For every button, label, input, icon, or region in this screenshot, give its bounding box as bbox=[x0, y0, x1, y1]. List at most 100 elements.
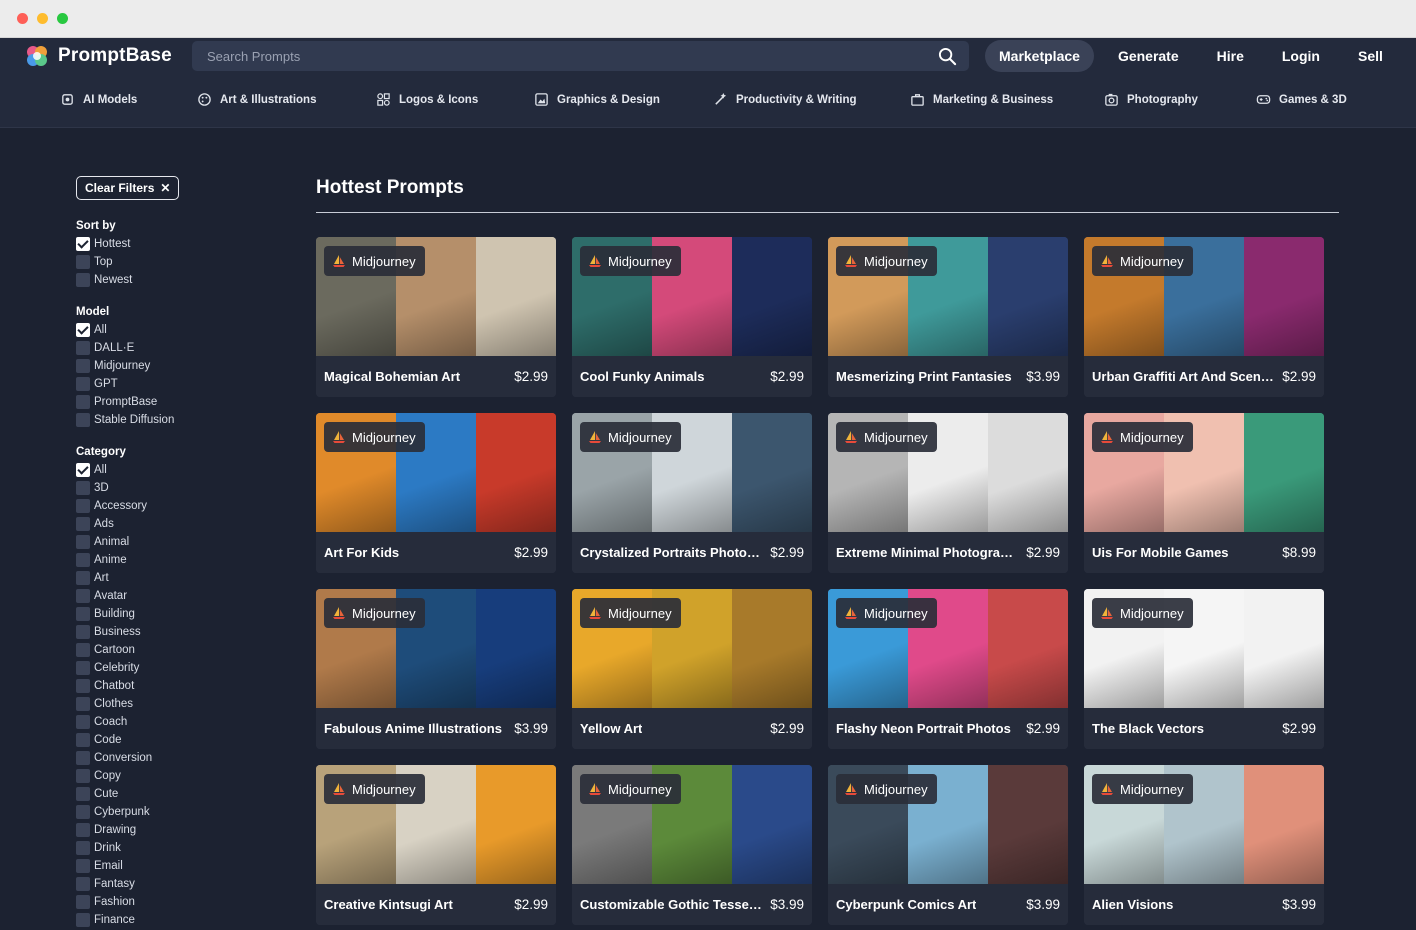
category-option[interactable]: Accessory bbox=[76, 497, 276, 515]
checkbox[interactable] bbox=[76, 323, 90, 337]
model-option-all[interactable]: All bbox=[76, 321, 276, 339]
prompt-card[interactable]: Midjourney Magical Bohemian Art $2.99 bbox=[316, 237, 556, 397]
prompt-card[interactable]: Midjourney Mesmerizing Print Fantasies $3.… bbox=[828, 237, 1068, 397]
prompt-card[interactable]: Midjourney Art For Kids $2.99 bbox=[316, 413, 556, 573]
checkbox[interactable] bbox=[76, 237, 90, 251]
sort-option-hottest[interactable]: Hottest bbox=[76, 235, 276, 253]
category-option[interactable]: Fantasy bbox=[76, 875, 276, 893]
nav-marketplace[interactable]: Marketplace bbox=[985, 40, 1094, 72]
checkbox[interactable] bbox=[76, 359, 90, 373]
category-option[interactable]: 3D bbox=[76, 479, 276, 497]
category-ai-models[interactable]: AI Models bbox=[60, 92, 137, 107]
checkbox[interactable] bbox=[76, 463, 90, 477]
logo[interactable]: PromptBase bbox=[24, 44, 172, 68]
checkbox[interactable] bbox=[76, 643, 90, 657]
model-option-gpt[interactable]: GPT bbox=[76, 375, 276, 393]
prompt-card[interactable]: Midjourney Urban Graffiti Art And Sceneri… bbox=[1084, 237, 1324, 397]
model-option-midjourney[interactable]: Midjourney bbox=[76, 357, 276, 375]
checkbox[interactable] bbox=[76, 341, 90, 355]
close-window-button[interactable] bbox=[17, 13, 28, 24]
category-option[interactable]: Building bbox=[76, 605, 276, 623]
checkbox[interactable] bbox=[76, 715, 90, 729]
checkbox[interactable] bbox=[76, 751, 90, 765]
checkbox[interactable] bbox=[76, 377, 90, 391]
category-option[interactable]: Conversion bbox=[76, 749, 276, 767]
checkbox[interactable] bbox=[76, 535, 90, 549]
checkbox[interactable] bbox=[76, 413, 90, 427]
checkbox[interactable] bbox=[76, 787, 90, 801]
category-option[interactable]: Cyberpunk bbox=[76, 803, 276, 821]
search-input[interactable] bbox=[192, 41, 932, 71]
checkbox[interactable] bbox=[76, 255, 90, 269]
minimize-window-button[interactable] bbox=[37, 13, 48, 24]
nav-sell[interactable]: Sell bbox=[1339, 40, 1402, 72]
category-logos-icons[interactable]: Logos & Icons bbox=[376, 92, 478, 107]
sort-option-top[interactable]: Top bbox=[76, 253, 276, 271]
prompt-card[interactable]: Midjourney Customizable Gothic Tessellat…… bbox=[572, 765, 812, 925]
category-photography[interactable]: Photography bbox=[1104, 92, 1198, 107]
checkbox[interactable] bbox=[76, 733, 90, 747]
checkbox[interactable] bbox=[76, 877, 90, 891]
category-option[interactable]: Anime bbox=[76, 551, 276, 569]
checkbox[interactable] bbox=[76, 273, 90, 287]
category-option[interactable]: Copy bbox=[76, 767, 276, 785]
category-option[interactable]: Ads bbox=[76, 515, 276, 533]
checkbox[interactable] bbox=[76, 607, 90, 621]
prompt-card[interactable]: Midjourney Creative Kintsugi Art $2.99 bbox=[316, 765, 556, 925]
sort-option-newest[interactable]: Newest bbox=[76, 271, 276, 289]
checkbox[interactable] bbox=[76, 395, 90, 409]
category-option[interactable]: Cartoon bbox=[76, 641, 276, 659]
prompt-card[interactable]: Midjourney Flashy Neon Portrait Photos $2.… bbox=[828, 589, 1068, 749]
nav-generate[interactable]: Generate bbox=[1099, 40, 1198, 72]
checkbox[interactable] bbox=[76, 805, 90, 819]
category-marketing-business[interactable]: Marketing & Business bbox=[910, 92, 1053, 107]
checkbox[interactable] bbox=[76, 481, 90, 495]
prompt-card[interactable]: Midjourney Cyberpunk Comics Art $3.99 bbox=[828, 765, 1068, 925]
checkbox[interactable] bbox=[76, 769, 90, 783]
category-option[interactable]: Drawing bbox=[76, 821, 276, 839]
checkbox[interactable] bbox=[76, 517, 90, 531]
category-option[interactable]: Art bbox=[76, 569, 276, 587]
model-option-promptbase[interactable]: PromptBase bbox=[76, 393, 276, 411]
category-option[interactable]: Cute bbox=[76, 785, 276, 803]
nav-login[interactable]: Login bbox=[1263, 40, 1339, 72]
category-graphics-design[interactable]: Graphics & Design bbox=[534, 92, 660, 107]
checkbox[interactable] bbox=[76, 697, 90, 711]
category-option[interactable]: Business bbox=[76, 623, 276, 641]
category-art-illustrations[interactable]: Art & Illustrations bbox=[197, 92, 316, 107]
category-option[interactable]: Finance bbox=[76, 911, 276, 929]
checkbox[interactable] bbox=[76, 913, 90, 927]
category-option[interactable]: Coach bbox=[76, 713, 276, 731]
category-option[interactable]: Code bbox=[76, 731, 276, 749]
prompt-card[interactable]: Midjourney Uis For Mobile Games $8.99 bbox=[1084, 413, 1324, 573]
checkbox[interactable] bbox=[76, 859, 90, 873]
search-icon[interactable] bbox=[938, 47, 957, 66]
checkbox[interactable] bbox=[76, 571, 90, 585]
nav-hire[interactable]: Hire bbox=[1198, 40, 1263, 72]
maximize-window-button[interactable] bbox=[57, 13, 68, 24]
category-productivity-writing[interactable]: Productivity & Writing bbox=[713, 92, 857, 107]
clear-filters-button[interactable]: Clear Filters ✕ bbox=[76, 176, 180, 200]
prompt-card[interactable]: Midjourney Alien Visions $3.99 bbox=[1084, 765, 1324, 925]
model-option-stable-diffusion[interactable]: Stable Diffusion bbox=[76, 411, 276, 429]
checkbox[interactable] bbox=[76, 823, 90, 837]
category-option[interactable]: All bbox=[76, 461, 276, 479]
category-option[interactable]: Drink bbox=[76, 839, 276, 857]
checkbox[interactable] bbox=[76, 895, 90, 909]
category-games-3d[interactable]: Games & 3D bbox=[1256, 92, 1347, 107]
checkbox[interactable] bbox=[76, 499, 90, 513]
model-option-dalle[interactable]: DALL·E bbox=[76, 339, 276, 357]
checkbox[interactable] bbox=[76, 589, 90, 603]
prompt-card[interactable]: Midjourney Crystalized Portraits Photoma…… bbox=[572, 413, 812, 573]
checkbox[interactable] bbox=[76, 679, 90, 693]
checkbox[interactable] bbox=[76, 661, 90, 675]
category-option[interactable]: Fashion bbox=[76, 893, 276, 911]
checkbox[interactable] bbox=[76, 553, 90, 567]
category-option[interactable]: Email bbox=[76, 857, 276, 875]
checkbox[interactable] bbox=[76, 841, 90, 855]
prompt-card[interactable]: Midjourney Extreme Minimal Photographs $2.… bbox=[828, 413, 1068, 573]
prompt-card[interactable]: Midjourney Yellow Art $2.99 bbox=[572, 589, 812, 749]
category-option[interactable]: Animal bbox=[76, 533, 276, 551]
prompt-card[interactable]: Midjourney Cool Funky Animals $2.99 bbox=[572, 237, 812, 397]
checkbox[interactable] bbox=[76, 625, 90, 639]
